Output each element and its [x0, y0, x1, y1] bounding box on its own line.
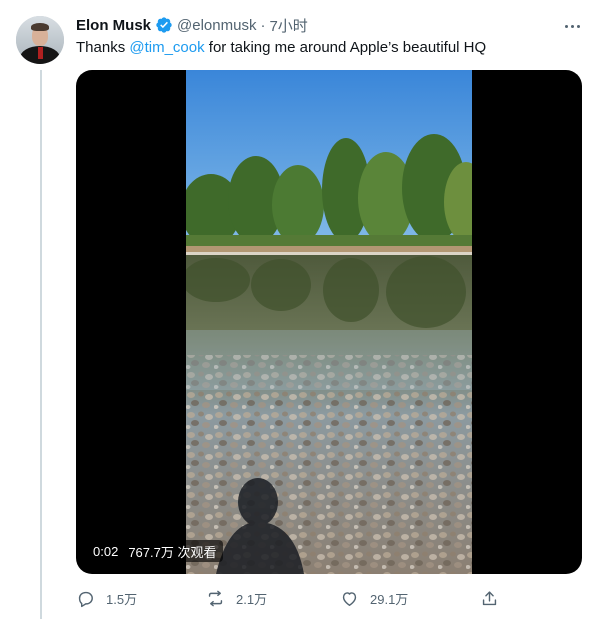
separator-dot: · — [260, 16, 266, 34]
verified-badge-icon — [156, 17, 172, 33]
retweet-count: 2.1万 — [236, 591, 268, 607]
heart-icon — [342, 591, 357, 606]
author-handle[interactable]: @elonmusk — [177, 17, 256, 34]
mention-link[interactable]: @tim_cook — [129, 39, 204, 56]
tweet-text-start: Thanks — [76, 39, 130, 56]
tweet-text: Thanks @tim_cook for taking me around Ap… — [76, 38, 486, 58]
tweet-text-end: for taking me around Apple’s beautiful H… — [204, 39, 487, 56]
reply-icon — [78, 591, 93, 607]
action-bar: 1.5万 2.1万 29.1万 — [76, 586, 582, 610]
tweet-header: Elon Musk @elonmusk · 7小时 — [76, 15, 308, 35]
video-info-badge: 0:02 767.7万 次观看 — [86, 540, 224, 562]
share-icon — [482, 590, 497, 605]
video-views: 767.7万 次观看 — [128, 544, 217, 560]
like-count: 29.1万 — [370, 591, 409, 607]
avatar[interactable] — [16, 16, 64, 64]
retweet-icon — [208, 590, 223, 606]
like-button[interactable]: 29.1万 — [340, 586, 408, 610]
reply-count: 1.5万 — [106, 591, 138, 607]
author-name[interactable]: Elon Musk — [76, 17, 151, 34]
retweet-button[interactable]: 2.1万 — [206, 586, 267, 610]
thread-line — [40, 70, 42, 619]
timestamp[interactable]: 7小时 — [269, 15, 307, 36]
reply-button[interactable]: 1.5万 — [76, 586, 137, 610]
more-icon[interactable] — [562, 16, 582, 36]
share-button[interactable] — [480, 586, 499, 610]
video-player[interactable]: 0:02 767.7万 次观看 — [76, 70, 582, 574]
video-frame — [186, 70, 472, 574]
video-elapsed: 0:02 — [93, 543, 119, 559]
